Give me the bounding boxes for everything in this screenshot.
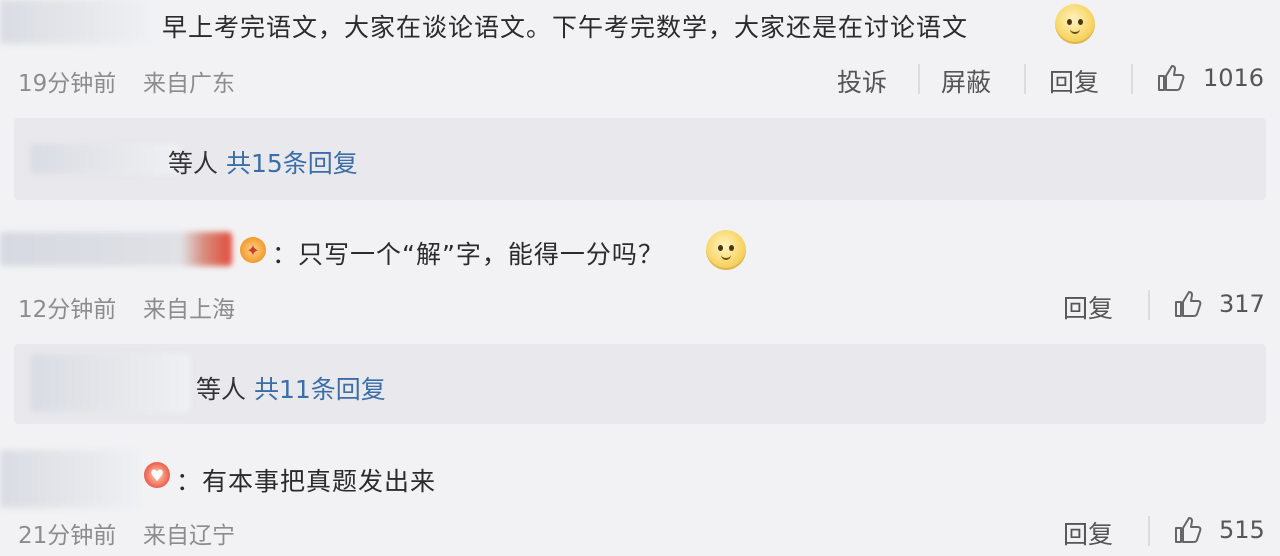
reply-summary[interactable]: 等人 共11条回复 [14, 344, 1266, 424]
comment-location: 来自辽宁 [143, 523, 235, 549]
view-replies-link[interactable]: 共11条回复 [254, 375, 386, 404]
thumbs-up-icon[interactable] [1155, 62, 1187, 94]
redacted-username [0, 450, 140, 508]
thumbs-up-icon[interactable] [1172, 514, 1204, 546]
divider [1131, 64, 1133, 94]
comment-location: 来自上海 [143, 297, 235, 323]
reply-summary-suffix: 等人 [168, 149, 219, 178]
redacted-username [30, 354, 190, 412]
redacted-username [0, 232, 232, 266]
view-replies-link[interactable]: 共15条回复 [226, 149, 358, 178]
redacted-username [0, 0, 150, 44]
doge-emoji [706, 230, 746, 270]
vip-badge-icon: ✦ [240, 237, 266, 263]
comment-feed: 早上考完语文，大家在谈论语文。下午考完数学，大家还是在讨论语文 19分钟前 来自… [0, 0, 1280, 556]
block-button[interactable]: 屏蔽 [941, 63, 991, 99]
thumbs-up-icon[interactable] [1172, 288, 1204, 320]
divider [918, 64, 920, 94]
doge-emoji [1055, 4, 1095, 44]
reply-summary[interactable]: 等人 共15条回复 [14, 118, 1266, 200]
divider [1148, 516, 1150, 546]
separator: ： [176, 467, 203, 496]
separator: ： [272, 240, 299, 269]
reply-button[interactable]: 回复 [1049, 63, 1099, 99]
comment-time: 19分钟前 [18, 71, 117, 97]
like-count: 515 [1219, 516, 1265, 544]
reply-summary-suffix: 等人 [196, 375, 247, 404]
redacted-username [30, 144, 180, 174]
like-count: 1016 [1203, 64, 1265, 92]
divider [1024, 64, 1026, 94]
comment-text: 早上考完语文，大家在谈论语文。下午考完数学，大家还是在讨论语文 [162, 13, 969, 42]
report-button[interactable]: 投诉 [837, 63, 887, 99]
reply-button[interactable]: 回复 [1063, 289, 1113, 325]
like-count: 317 [1219, 290, 1265, 318]
divider [1148, 290, 1150, 320]
vip-badge-icon: ♥ [144, 462, 170, 488]
comment-text: 只写一个“解”字，能得一分吗？ [298, 240, 664, 269]
comment-location: 来自广东 [143, 71, 235, 97]
comment-time: 21分钟前 [18, 523, 117, 549]
reply-button[interactable]: 回复 [1063, 515, 1113, 551]
comment-text: 有本事把真题发出来 [202, 467, 437, 496]
comment-time: 12分钟前 [18, 297, 117, 323]
